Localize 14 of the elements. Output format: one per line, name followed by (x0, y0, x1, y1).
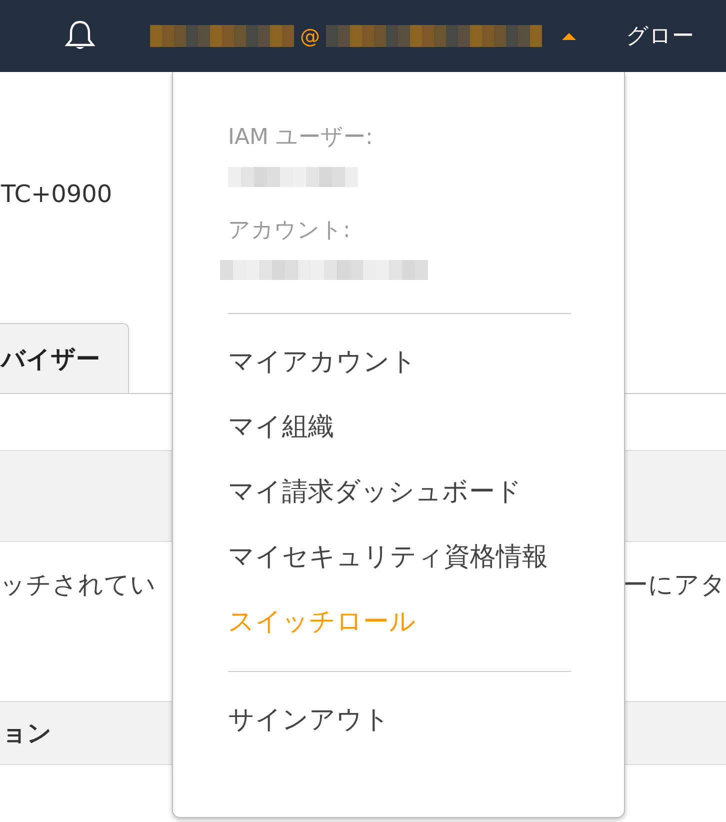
menu-item[interactable]: マイ組織 (228, 395, 569, 460)
account-label: アカウント: (228, 217, 352, 245)
region-menu-label[interactable]: グロー (626, 21, 694, 51)
caret-icon (562, 32, 576, 40)
menu-item[interactable]: マイアカウント (228, 330, 569, 395)
menu-item[interactable]: マイ請求ダッシュボード (228, 460, 569, 525)
at-sign: @ (300, 24, 320, 48)
body-text: ッチされてい (0, 569, 156, 601)
tab[interactable]: バイザー (0, 323, 129, 393)
iam-user-label: IAM ユーザー: (228, 124, 374, 152)
account-menu-button[interactable]: @ (150, 24, 576, 48)
timezone-text: TC+0900 (1, 180, 114, 208)
menu-item[interactable]: マイセキュリティ資格情報 (228, 525, 569, 590)
body-text: ーにアタ (623, 569, 726, 601)
